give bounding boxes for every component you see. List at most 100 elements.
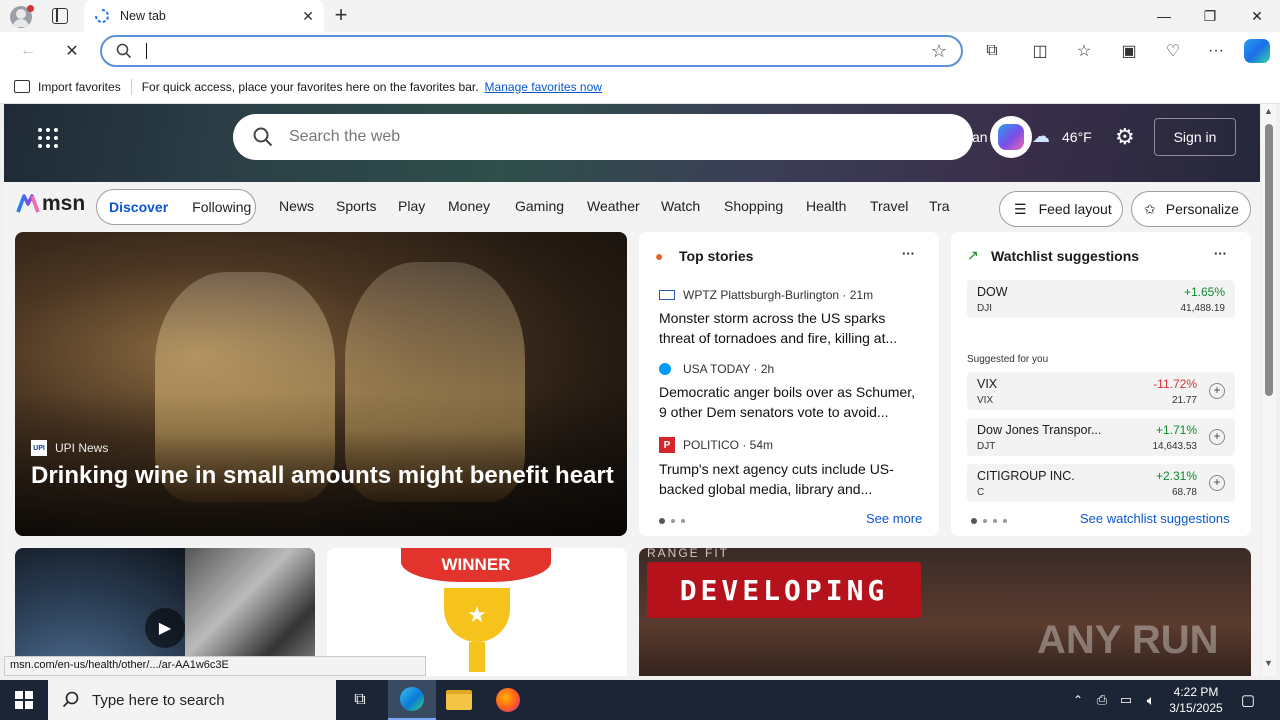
carousel-dots[interactable] — [659, 518, 685, 524]
close-tab-icon[interactable]: ✕ — [302, 8, 314, 25]
add-to-watchlist-button[interactable]: + — [1209, 383, 1225, 399]
copilot-icon[interactable] — [1244, 39, 1270, 63]
see-more-link[interactable]: See more — [866, 511, 922, 526]
top-stories-more-button[interactable]: ··· — [902, 246, 915, 261]
performance-icon[interactable]: ♡ — [1161, 40, 1185, 62]
nav-weather[interactable]: Weather — [587, 198, 640, 214]
nav-news[interactable]: News — [279, 198, 314, 214]
story-headline[interactable]: Democratic anger boils over as Schumer, … — [659, 382, 925, 422]
profile-icon[interactable] — [10, 5, 34, 28]
nav-watch[interactable]: Watch — [661, 198, 700, 214]
network-icon[interactable]: ▭ — [1116, 680, 1136, 720]
nav-sports[interactable]: Sports — [336, 198, 376, 214]
edge-taskbar-icon[interactable] — [388, 680, 436, 720]
show-hidden-icons[interactable]: ⌃ — [1068, 680, 1088, 720]
new-tab-button[interactable]: + — [330, 4, 352, 28]
collections-icon[interactable]: ▣ — [1117, 40, 1141, 62]
clock[interactable]: 4:22 PM 3/15/2025 — [1164, 680, 1228, 720]
taskbar-search-box[interactable]: Type here to search — [48, 680, 336, 720]
personalize-button[interactable]: ✩ Personalize — [1131, 191, 1251, 227]
weather-temp[interactable]: 46°F — [1062, 129, 1092, 145]
device-icon[interactable]: ⎙ — [1092, 680, 1112, 720]
web-search-box[interactable]: Search the web — [233, 114, 973, 160]
favorite-star-icon[interactable]: ☆ — [931, 41, 947, 62]
settings-gear-icon[interactable]: ⚙ — [1115, 124, 1135, 150]
clock-time: 4:22 PM — [1173, 685, 1219, 699]
feed-layout-button[interactable]: ☰ Feed layout — [999, 191, 1123, 227]
nav-shopping[interactable]: Shopping — [724, 198, 783, 214]
tab-actions-icon[interactable] — [52, 8, 68, 24]
nav-travel[interactable]: Travel — [870, 198, 908, 214]
story-item[interactable]: WPTZ Plattsburgh-Burlington · 21m Monste… — [659, 288, 925, 348]
taskbar-search-input[interactable]: Type here to search — [92, 692, 225, 709]
nav-play[interactable]: Play — [398, 198, 425, 214]
tab-new-tab[interactable]: New tab ✕ — [84, 0, 324, 32]
story-item[interactable]: USA TODAY · 2h Democratic anger boils ov… — [659, 362, 925, 422]
nav-health[interactable]: Health — [806, 198, 846, 214]
loading-icon — [94, 8, 110, 24]
hero-headline[interactable]: Drinking wine in small amounts might ben… — [31, 462, 614, 490]
favorites-icon[interactable]: ☆ — [1072, 40, 1096, 62]
anyrun-watermark: ANY RUN — [1037, 618, 1219, 662]
story-item[interactable]: P POLITICO · 54m Trump's next agency cuts… — [659, 437, 925, 499]
restore-button[interactable]: ❐ — [1187, 0, 1233, 32]
tab-following[interactable]: Following — [192, 199, 251, 215]
favorites-separator — [130, 78, 132, 95]
story-headline[interactable]: Trump's next agency cuts include US-back… — [659, 459, 925, 499]
back-button[interactable]: ← — [16, 40, 40, 62]
story-headline[interactable]: Monster storm across the US sparks threa… — [659, 308, 925, 348]
play-button-icon[interactable]: ▶ — [145, 608, 185, 648]
carousel-dots[interactable] — [971, 518, 1007, 524]
search-icon — [116, 43, 132, 59]
stop-loading-button[interactable]: ✕ — [60, 40, 84, 62]
add-to-watchlist-button[interactable]: + — [1209, 475, 1225, 491]
add-to-watchlist-button[interactable]: + — [1209, 429, 1225, 445]
scrollbar-thumb[interactable] — [1265, 124, 1273, 396]
address-bar[interactable]: ☆ — [100, 35, 963, 67]
tab-discover[interactable]: Discover — [109, 199, 168, 215]
scroll-down-icon[interactable]: ▼ — [1264, 658, 1273, 668]
see-watchlist-link[interactable]: See watchlist suggestions — [1080, 511, 1230, 526]
file-explorer-icon[interactable] — [446, 690, 472, 710]
stock-row-vix[interactable]: VIX VIX -11.72% 21.77 + — [967, 372, 1235, 410]
stock-row-dow[interactable]: DOW DJI +1.65% 41,488.19 — [967, 280, 1235, 318]
nav-traffic-partial[interactable]: Tra — [929, 198, 951, 214]
personalize-label: Personalize — [1165, 201, 1239, 217]
volume-icon[interactable]: 🔈︎ — [1140, 680, 1162, 720]
msn-page: Search the web an ☁ 46°F ⚙ Sign in msn D… — [4, 104, 1260, 676]
upi-logo-icon: UPI — [31, 440, 47, 456]
hero-source-name: UPI News — [55, 441, 109, 455]
stock-symbol: C — [977, 487, 985, 498]
stock-value: 21.77 — [1171, 395, 1197, 406]
nav-money[interactable]: Money — [448, 198, 490, 214]
extensions-icon[interactable]: ⧉ — [980, 40, 1004, 62]
scroll-up-icon[interactable]: ▲ — [1264, 106, 1273, 116]
notification-icon[interactable]: ▢ — [1234, 680, 1262, 720]
watchlist-more-button[interactable]: ··· — [1214, 246, 1227, 261]
task-view-icon[interactable]: ⧉ — [340, 680, 380, 720]
stock-row-citigroup[interactable]: CITIGROUP INC. C +2.31% 68.78 + — [967, 464, 1235, 502]
msn-logo[interactable]: msn — [16, 192, 85, 216]
stock-row-djt[interactable]: Dow Jones Transpor... DJT +1.71% 14,643.… — [967, 418, 1235, 456]
sign-partial-text: RANGE FIT — [647, 548, 730, 560]
firefox-icon[interactable] — [496, 688, 520, 712]
developing-news-card[interactable]: RANGE FIT DEVELOPING ANY RUN — [639, 548, 1251, 676]
sign-in-button[interactable]: Sign in — [1154, 118, 1236, 156]
web-search-input[interactable]: Search the web — [289, 128, 400, 146]
apps-grid-icon[interactable] — [38, 128, 58, 148]
developing-text: DEVELOPING — [679, 573, 889, 607]
import-favorites-icon[interactable] — [14, 80, 30, 93]
start-button[interactable] — [0, 680, 48, 720]
split-screen-icon[interactable]: ◫ — [1028, 40, 1052, 62]
feed-layout-label: Feed layout — [1038, 201, 1112, 217]
copilot-icon[interactable] — [990, 116, 1032, 158]
hero-story-card[interactable]: UPI UPI News Drinking wine in small amou… — [15, 232, 627, 536]
nav-gaming[interactable]: Gaming — [515, 198, 564, 214]
close-window-button[interactable]: ✕ — [1234, 0, 1280, 32]
hero-source: UPI UPI News — [31, 440, 108, 456]
stock-value: 68.78 — [1171, 487, 1197, 498]
settings-more-icon[interactable]: ··· — [1204, 40, 1228, 62]
import-favorites-button[interactable]: Import favorites — [38, 80, 121, 94]
manage-favorites-link[interactable]: Manage favorites now — [485, 80, 602, 94]
minimize-button[interactable]: — — [1141, 0, 1187, 32]
